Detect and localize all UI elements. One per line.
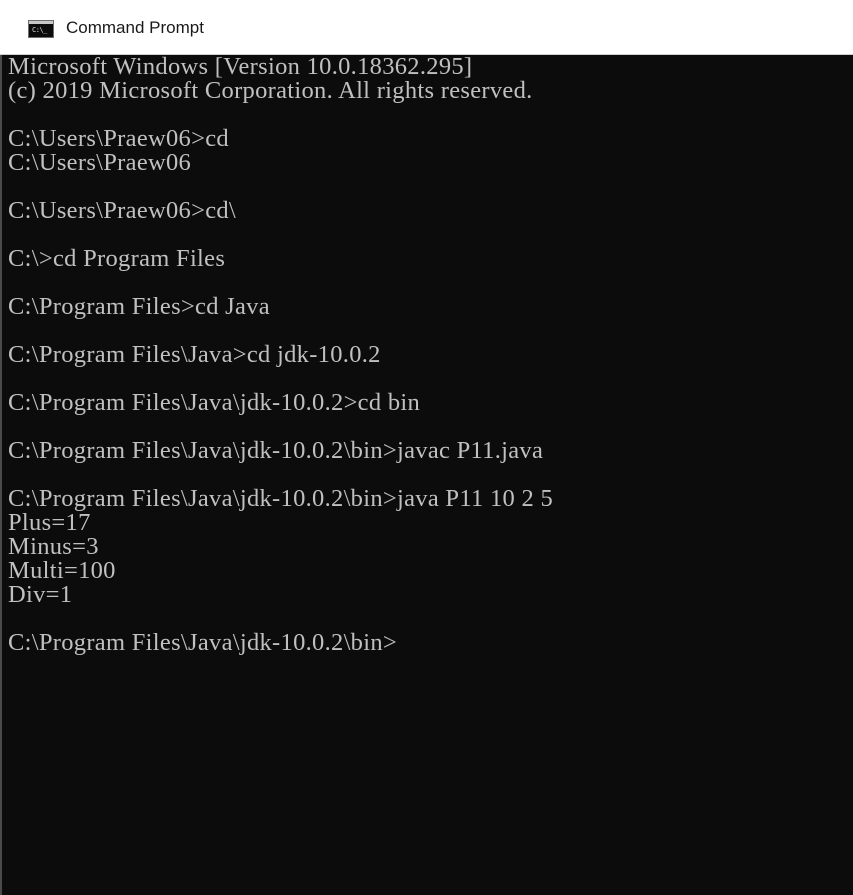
cmd-app-icon[interactable]: C:\_ (28, 20, 54, 38)
console-line: Minus=3 (8, 533, 99, 560)
console-line: C:\Program Files\Java>cd jdk-10.0.2 (8, 341, 381, 368)
console-output[interactable]: Microsoft Windows [Version 10.0.18362.29… (8, 55, 848, 890)
console-line: C:\Program Files\Java\jdk-10.0.2\bin> (8, 629, 397, 656)
console-line: C:\Program Files\Java\jdk-10.0.2\bin>jav… (8, 485, 554, 512)
console-line: C:\Program Files\Java\jdk-10.0.2\bin>jav… (8, 437, 544, 464)
icon-glyph: C:\_ (32, 26, 47, 34)
command-prompt-window: C:\_ Command Prompt Microsoft Windows [V… (0, 0, 853, 895)
window-left-border (0, 55, 2, 895)
console-line: C:\Users\Praew06>cd (8, 125, 229, 152)
console-line: C:\Program Files\Java\jdk-10.0.2>cd bin (8, 389, 421, 416)
console-line: Multi=100 (8, 557, 116, 584)
console-line: Plus=17 (8, 509, 91, 536)
console-line: (c) 2019 Microsoft Corporation. All righ… (8, 77, 533, 104)
title-bar[interactable]: C:\_ Command Prompt (0, 0, 853, 55)
console-line: C:\>cd Program Files (8, 245, 226, 272)
console-line: C:\Users\Praew06>cd\ (8, 197, 237, 224)
console-line: Div=1 (8, 581, 73, 608)
console-line: C:\Users\Praew06 (8, 149, 192, 176)
console-line: C:\Program Files>cd Java (8, 293, 270, 320)
icon-title-strip (29, 21, 53, 24)
window-title: Command Prompt (66, 18, 204, 37)
console-line: Microsoft Windows [Version 10.0.18362.29… (8, 55, 473, 80)
